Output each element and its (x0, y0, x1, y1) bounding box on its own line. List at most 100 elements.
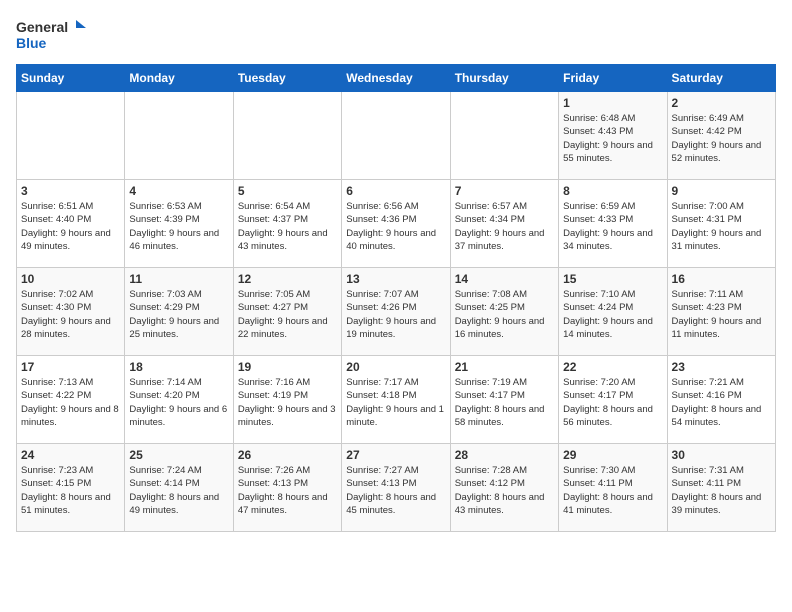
day-number: 4 (129, 184, 228, 198)
day-detail: Sunrise: 7:31 AMSunset: 4:11 PMDaylight:… (672, 464, 771, 517)
day-detail: Sunrise: 7:30 AMSunset: 4:11 PMDaylight:… (563, 464, 662, 517)
day-cell: 28 Sunrise: 7:28 AMSunset: 4:12 PMDayligh… (450, 444, 558, 532)
day-detail: Sunrise: 6:53 AMSunset: 4:39 PMDaylight:… (129, 200, 228, 253)
day-detail: Sunrise: 6:51 AMSunset: 4:40 PMDaylight:… (21, 200, 120, 253)
day-cell: 16 Sunrise: 7:11 AMSunset: 4:23 PMDayligh… (667, 268, 775, 356)
header: GeneralBlue (16, 16, 776, 56)
day-cell: 1 Sunrise: 6:48 AMSunset: 4:43 PMDaylight… (559, 92, 667, 180)
day-detail: Sunrise: 7:28 AMSunset: 4:12 PMDaylight:… (455, 464, 554, 517)
svg-text:General: General (16, 19, 68, 35)
header-row: SundayMondayTuesdayWednesdayThursdayFrid… (17, 65, 776, 92)
day-number: 3 (21, 184, 120, 198)
day-number: 24 (21, 448, 120, 462)
day-detail: Sunrise: 7:24 AMSunset: 4:14 PMDaylight:… (129, 464, 228, 517)
day-detail: Sunrise: 7:03 AMSunset: 4:29 PMDaylight:… (129, 288, 228, 341)
day-number: 6 (346, 184, 445, 198)
svg-text:Blue: Blue (16, 35, 47, 51)
day-number: 2 (672, 96, 771, 110)
day-number: 5 (238, 184, 337, 198)
header-day-tuesday: Tuesday (233, 65, 341, 92)
day-number: 18 (129, 360, 228, 374)
week-row-1: 3 Sunrise: 6:51 AMSunset: 4:40 PMDaylight… (17, 180, 776, 268)
week-row-0: 1 Sunrise: 6:48 AMSunset: 4:43 PMDaylight… (17, 92, 776, 180)
day-cell: 3 Sunrise: 6:51 AMSunset: 4:40 PMDaylight… (17, 180, 125, 268)
header-day-saturday: Saturday (667, 65, 775, 92)
day-cell: 10Sunrise: 7:02 AMSunset: 4:30 PMDayligh… (17, 268, 125, 356)
day-cell: 6Sunrise: 6:56 AMSunset: 4:36 PMDaylight… (342, 180, 450, 268)
day-detail: Sunrise: 6:59 AMSunset: 4:33 PMDaylight:… (563, 200, 662, 253)
day-detail: Sunrise: 7:10 AMSunset: 4:24 PMDaylight:… (563, 288, 662, 341)
day-cell: 7 Sunrise: 6:57 AMSunset: 4:34 PMDaylight… (450, 180, 558, 268)
day-detail: Sunrise: 7:14 AMSunset: 4:20 PMDaylight:… (129, 376, 228, 429)
day-number: 9 (672, 184, 771, 198)
logo: GeneralBlue (16, 16, 86, 56)
day-cell (125, 92, 233, 180)
day-number: 16 (672, 272, 771, 286)
day-detail: Sunrise: 7:08 AMSunset: 4:25 PMDaylight:… (455, 288, 554, 341)
day-cell: 14 Sunrise: 7:08 AMSunset: 4:25 PMDayligh… (450, 268, 558, 356)
day-cell: 22 Sunrise: 7:20 AMSunset: 4:17 PMDayligh… (559, 356, 667, 444)
day-detail: Sunrise: 7:21 AMSunset: 4:16 PMDaylight:… (672, 376, 771, 429)
day-cell: 17Sunrise: 7:13 AMSunset: 4:22 PMDayligh… (17, 356, 125, 444)
day-number: 8 (563, 184, 662, 198)
day-detail: Sunrise: 6:57 AMSunset: 4:34 PMDaylight:… (455, 200, 554, 253)
day-number: 21 (455, 360, 554, 374)
day-cell: 11Sunrise: 7:03 AMSunset: 4:29 PMDayligh… (125, 268, 233, 356)
day-number: 20 (346, 360, 445, 374)
day-cell: 19 Sunrise: 7:16 AMSunset: 4:19 PMDayligh… (233, 356, 341, 444)
week-row-3: 17Sunrise: 7:13 AMSunset: 4:22 PMDayligh… (17, 356, 776, 444)
header-day-wednesday: Wednesday (342, 65, 450, 92)
day-cell: 24 Sunrise: 7:23 AMSunset: 4:15 PMDayligh… (17, 444, 125, 532)
day-detail: Sunrise: 7:13 AMSunset: 4:22 PMDaylight:… (21, 376, 120, 429)
day-detail: Sunrise: 7:17 AMSunset: 4:18 PMDaylight:… (346, 376, 445, 429)
day-cell: 12 Sunrise: 7:05 AMSunset: 4:27 PMDayligh… (233, 268, 341, 356)
day-detail: Sunrise: 7:20 AMSunset: 4:17 PMDaylight:… (563, 376, 662, 429)
day-cell (450, 92, 558, 180)
day-number: 26 (238, 448, 337, 462)
day-cell: 25 Sunrise: 7:24 AMSunset: 4:14 PMDayligh… (125, 444, 233, 532)
day-cell: 8 Sunrise: 6:59 AMSunset: 4:33 PMDaylight… (559, 180, 667, 268)
day-number: 15 (563, 272, 662, 286)
day-number: 22 (563, 360, 662, 374)
day-cell (233, 92, 341, 180)
day-detail: Sunrise: 7:16 AMSunset: 4:19 PMDaylight:… (238, 376, 337, 429)
day-detail: Sunrise: 7:11 AMSunset: 4:23 PMDaylight:… (672, 288, 771, 341)
day-number: 14 (455, 272, 554, 286)
day-detail: Sunrise: 6:48 AMSunset: 4:43 PMDaylight:… (563, 112, 662, 165)
day-number: 12 (238, 272, 337, 286)
day-detail: Sunrise: 7:02 AMSunset: 4:30 PMDaylight:… (21, 288, 120, 341)
day-detail: Sunrise: 7:07 AMSunset: 4:26 PMDaylight:… (346, 288, 445, 341)
day-detail: Sunrise: 7:27 AMSunset: 4:13 PMDaylight:… (346, 464, 445, 517)
day-detail: Sunrise: 7:05 AMSunset: 4:27 PMDaylight:… (238, 288, 337, 341)
day-number: 25 (129, 448, 228, 462)
day-cell (342, 92, 450, 180)
day-cell: 5 Sunrise: 6:54 AMSunset: 4:37 PMDaylight… (233, 180, 341, 268)
day-detail: Sunrise: 6:54 AMSunset: 4:37 PMDaylight:… (238, 200, 337, 253)
header-day-thursday: Thursday (450, 65, 558, 92)
calendar-table: SundayMondayTuesdayWednesdayThursdayFrid… (16, 64, 776, 532)
day-number: 13 (346, 272, 445, 286)
day-detail: Sunrise: 7:23 AMSunset: 4:15 PMDaylight:… (21, 464, 120, 517)
day-number: 30 (672, 448, 771, 462)
header-day-monday: Monday (125, 65, 233, 92)
day-number: 23 (672, 360, 771, 374)
day-cell: 13 Sunrise: 7:07 AMSunset: 4:26 PMDayligh… (342, 268, 450, 356)
day-number: 19 (238, 360, 337, 374)
day-cell: 29 Sunrise: 7:30 AMSunset: 4:11 PMDayligh… (559, 444, 667, 532)
week-row-4: 24 Sunrise: 7:23 AMSunset: 4:15 PMDayligh… (17, 444, 776, 532)
day-cell: 26Sunrise: 7:26 AMSunset: 4:13 PMDayligh… (233, 444, 341, 532)
day-number: 28 (455, 448, 554, 462)
day-number: 29 (563, 448, 662, 462)
day-cell: 27 Sunrise: 7:27 AMSunset: 4:13 PMDayligh… (342, 444, 450, 532)
day-cell: 23 Sunrise: 7:21 AMSunset: 4:16 PMDayligh… (667, 356, 775, 444)
day-cell: 9Sunrise: 7:00 AMSunset: 4:31 PMDaylight… (667, 180, 775, 268)
day-cell: 30 Sunrise: 7:31 AMSunset: 4:11 PMDayligh… (667, 444, 775, 532)
day-number: 27 (346, 448, 445, 462)
header-day-friday: Friday (559, 65, 667, 92)
day-cell: 21Sunrise: 7:19 AMSunset: 4:17 PMDayligh… (450, 356, 558, 444)
day-cell: 18 Sunrise: 7:14 AMSunset: 4:20 PMDayligh… (125, 356, 233, 444)
day-number: 7 (455, 184, 554, 198)
day-number: 1 (563, 96, 662, 110)
week-row-2: 10Sunrise: 7:02 AMSunset: 4:30 PMDayligh… (17, 268, 776, 356)
day-detail: Sunrise: 6:49 AMSunset: 4:42 PMDaylight:… (672, 112, 771, 165)
